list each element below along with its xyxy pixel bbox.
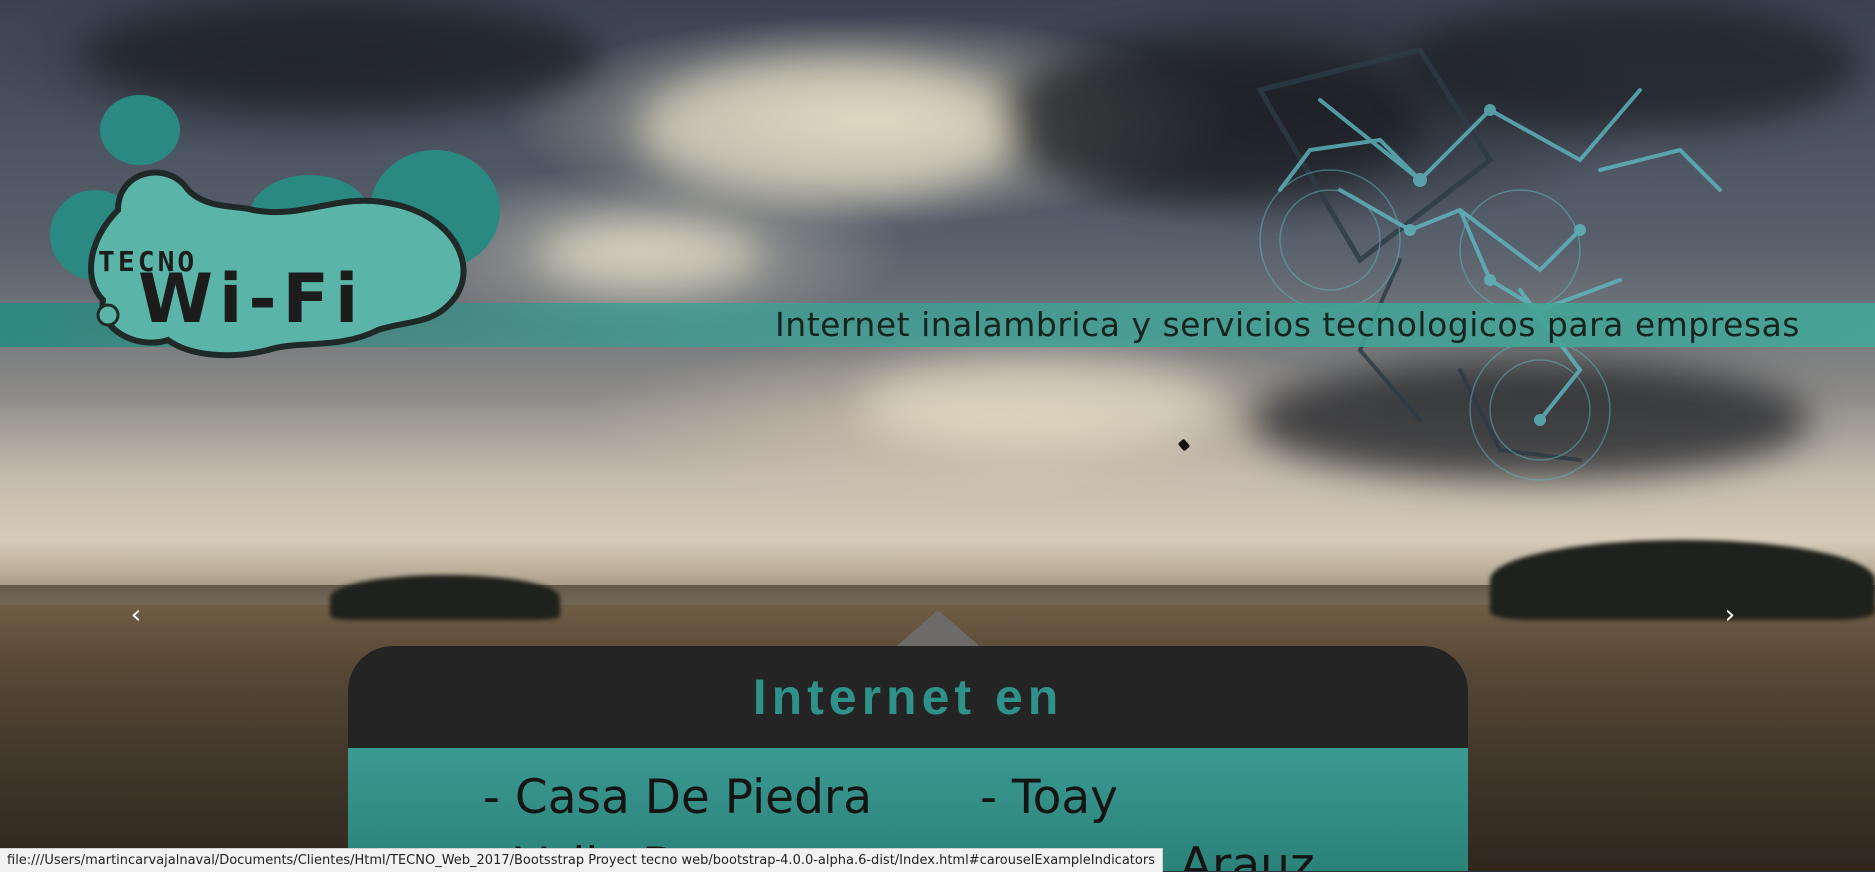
treeline: [330, 575, 560, 620]
carousel-next-button[interactable]: ›: [1710, 600, 1750, 630]
tagline: Internet inalambrica y servicios tecnolo…: [775, 305, 1800, 344]
location-item: - Casa De Piedra: [483, 770, 873, 825]
cloud: [80, 0, 600, 110]
cloud: [640, 60, 1020, 200]
logo-wifi: Wi-Fi: [138, 260, 365, 339]
brand-logo[interactable]: TECNO Wi-Fi: [40, 95, 540, 365]
hero-carousel-slide: Internet inalambrica y servicios tecnolo…: [0, 0, 1875, 871]
treeline: [1490, 540, 1875, 620]
location-item: - Toay: [980, 770, 1118, 825]
card-title: Internet en: [752, 669, 1064, 725]
cloud: [540, 220, 760, 290]
coverage-card: Internet en - Casa De Piedra - Toay - Va…: [348, 646, 1468, 871]
carousel-prev-button[interactable]: ‹: [116, 600, 156, 630]
status-bar-url: file:///Users/martincarvajalnaval/Docume…: [0, 848, 1163, 872]
circuit-map-graphic: [1256, 47, 1722, 481]
location-item: - Arauz: [1148, 838, 1315, 871]
chevron-left-icon: ‹: [130, 600, 142, 630]
chevron-right-icon: ›: [1724, 600, 1736, 630]
